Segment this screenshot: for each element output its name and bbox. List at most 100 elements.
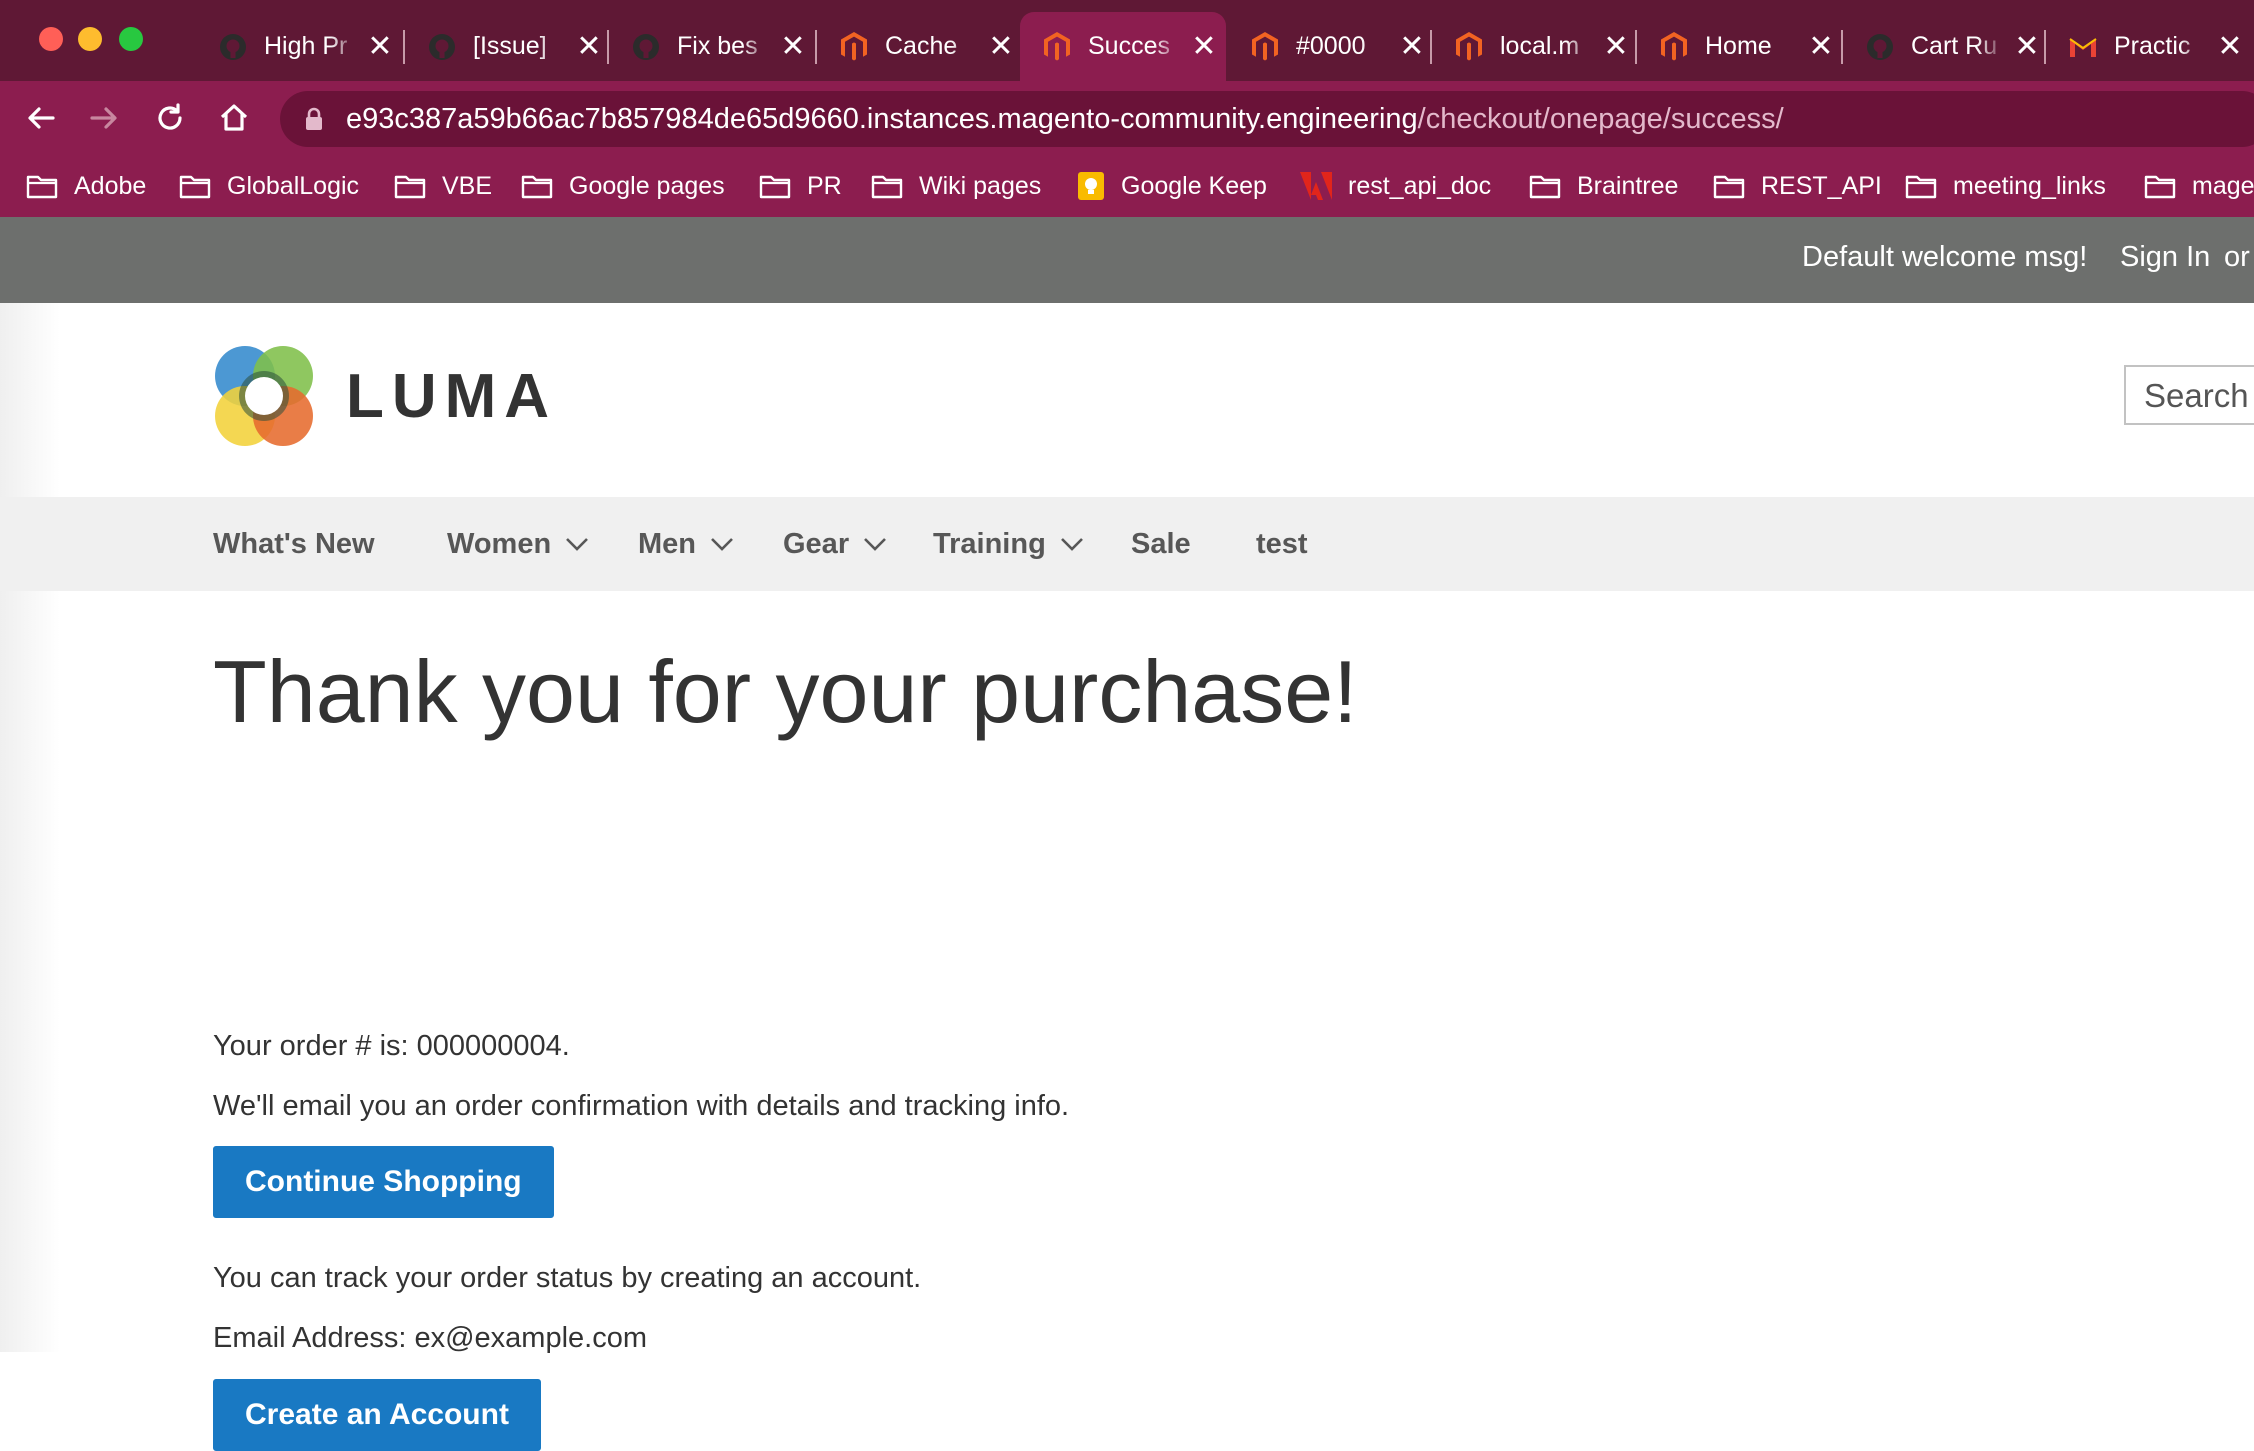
- bookmark-item[interactable]: Google Keep: [1077, 166, 1267, 206]
- tab-close-icon[interactable]: ✕: [358, 31, 402, 62]
- bookmark-item[interactable]: Wiki pages: [871, 166, 1041, 206]
- nav-item[interactable]: Sale: [1131, 497, 1191, 591]
- tab-close-icon[interactable]: ✕: [567, 31, 611, 62]
- panel-header: Default welcome msg! Sign In or: [0, 217, 2254, 303]
- address-bar[interactable]: e93c387a59b66ac7b857984de65d9660.instanc…: [280, 91, 2254, 147]
- continue-shopping-label: Continue Shopping: [245, 1165, 522, 1198]
- browser-tab[interactable]: Cart Ru ✕: [1843, 12, 2049, 81]
- bookmark-item[interactable]: VBE: [394, 166, 492, 206]
- window-maximize-button[interactable]: [119, 27, 143, 51]
- github-icon: [216, 30, 250, 64]
- bookmark-item[interactable]: meeting_links: [1905, 166, 2106, 206]
- nav-item[interactable]: test: [1256, 497, 1308, 591]
- email-address-text: Email Address: ex@example.com: [213, 1322, 647, 1354]
- browser-toolbar: e93c387a59b66ac7b857984de65d9660.instanc…: [0, 81, 2254, 155]
- bookmark-item[interactable]: mage: [2144, 166, 2254, 206]
- window-minimize-button[interactable]: [78, 27, 102, 51]
- browser-tab[interactable]: High Pr ✕: [196, 12, 402, 81]
- folder-icon: [26, 173, 58, 199]
- folder-icon: [1529, 173, 1561, 199]
- tab-separator: [1841, 30, 1843, 64]
- tab-close-icon[interactable]: ✕: [1594, 31, 1638, 62]
- tab-title: Succes: [1088, 32, 1170, 60]
- tab-close-icon[interactable]: ✕: [2005, 31, 2049, 62]
- back-button[interactable]: [18, 95, 64, 141]
- nav-item[interactable]: Women: [447, 497, 589, 591]
- create-account-button[interactable]: Create an Account: [213, 1379, 541, 1451]
- home-icon: [220, 104, 248, 131]
- tab-title: Home: [1705, 32, 1772, 60]
- chevron-down-icon: [565, 536, 589, 552]
- bookmark-label: Braintree: [1577, 171, 1679, 200]
- bookmark-item[interactable]: GlobalLogic: [179, 166, 359, 206]
- browser-tab[interactable]: Practic ✕: [2046, 12, 2252, 81]
- bookmark-label: Google pages: [569, 171, 725, 200]
- forward-arrow-icon: [90, 107, 117, 129]
- or-text: or: [2224, 241, 2250, 273]
- sign-in-link[interactable]: Sign In: [2120, 241, 2210, 274]
- github-icon: [425, 30, 459, 64]
- bookmark-label: mage: [2192, 171, 2254, 200]
- bookmark-label: meeting_links: [1953, 171, 2106, 200]
- search-input[interactable]: Search: [2124, 365, 2254, 425]
- folder-icon: [759, 173, 791, 199]
- nav-item[interactable]: Men: [638, 497, 734, 591]
- home-button[interactable]: [211, 95, 257, 141]
- page-title: Thank you for your purchase!: [213, 642, 1358, 741]
- nav-item[interactable]: Gear: [783, 497, 887, 591]
- bookmark-item[interactable]: Braintree: [1529, 166, 1678, 206]
- tab-separator: [1635, 30, 1637, 64]
- magento-icon: [1657, 30, 1691, 64]
- folder-icon: [394, 173, 426, 199]
- nav-item-label: test: [1256, 527, 1308, 560]
- browser-tab[interactable]: local.m ✕: [1432, 12, 1638, 81]
- luma-logo[interactable]: [212, 345, 316, 449]
- browser-tab[interactable]: #0000 ✕: [1228, 12, 1434, 81]
- magento-icon: [1040, 30, 1074, 64]
- welcome-message: Default welcome msg!: [1802, 241, 2088, 273]
- nav-item-label: Gear: [783, 527, 850, 560]
- magento-icon: [837, 30, 871, 64]
- tab-close-icon[interactable]: ✕: [1799, 31, 1843, 62]
- bookmark-item[interactable]: REST_API: [1713, 166, 1882, 206]
- gmail-icon: [2066, 30, 2100, 64]
- browser-tab[interactable]: Fix bes ✕: [609, 12, 815, 81]
- tab-close-icon[interactable]: ✕: [771, 31, 815, 62]
- browser-tab[interactable]: Cache ✕: [817, 12, 1023, 81]
- browser-tab[interactable]: [Issue] ✕: [405, 12, 611, 81]
- email-confirmation-text: We'll email you an order confirmation wi…: [213, 1090, 1070, 1122]
- browser-tab[interactable]: Home ✕: [1637, 12, 1843, 81]
- web-page: Default welcome msg! Sign In or LUMA Sea…: [0, 217, 2254, 1451]
- tab-title: Cache: [885, 32, 958, 60]
- tab-title: Practic: [2114, 32, 2191, 60]
- bookmark-item[interactable]: rest_api_doc: [1300, 166, 1491, 206]
- continue-shopping-button[interactable]: Continue Shopping: [213, 1146, 554, 1218]
- folder-icon: [2144, 173, 2176, 199]
- nav-item[interactable]: What's New: [213, 497, 375, 591]
- tab-title: High Pr: [264, 32, 348, 60]
- bookmark-label: Adobe: [74, 171, 147, 200]
- google-keep-icon: [1077, 171, 1105, 201]
- window-close-button[interactable]: [39, 27, 63, 51]
- tab-close-icon[interactable]: ✕: [979, 31, 1023, 62]
- chevron-down-icon: [710, 536, 734, 552]
- tab-title: Cart Ru: [1911, 32, 1998, 60]
- chevron-down-icon: [863, 536, 887, 552]
- tab-close-icon[interactable]: ✕: [1182, 31, 1226, 62]
- nav-item[interactable]: Training: [933, 497, 1084, 591]
- browser-tab[interactable]: Succes ✕: [1020, 12, 1226, 81]
- bookmark-label: rest_api_doc: [1348, 171, 1492, 200]
- folder-icon: [871, 173, 903, 199]
- tab-separator: [607, 30, 609, 64]
- bookmark-item[interactable]: Google pages: [521, 166, 725, 206]
- tab-close-icon[interactable]: ✕: [1390, 31, 1434, 62]
- bookmark-item[interactable]: PR: [759, 166, 842, 206]
- bookmark-label: Wiki pages: [919, 171, 1042, 200]
- bookmark-item[interactable]: Adobe: [26, 166, 146, 206]
- tab-title: #0000: [1296, 32, 1366, 60]
- reload-button[interactable]: [147, 95, 193, 141]
- tab-close-icon[interactable]: ✕: [2208, 31, 2252, 62]
- folder-icon: [521, 173, 553, 199]
- forward-button[interactable]: [81, 95, 127, 141]
- bookmark-label: REST_API: [1761, 171, 1882, 200]
